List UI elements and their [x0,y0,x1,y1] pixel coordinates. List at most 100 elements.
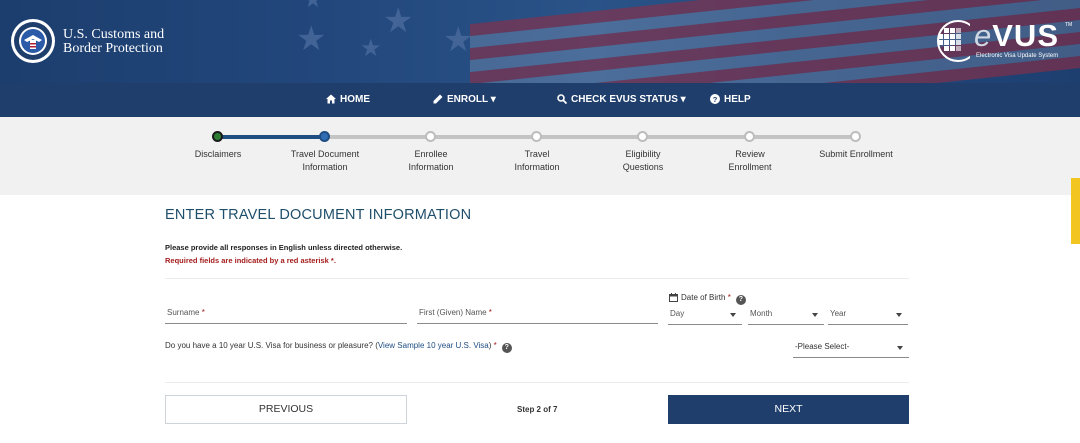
nav-help-label: HELP [724,94,751,105]
caret-down-icon [896,313,902,317]
step-node-travel-document [319,131,330,142]
nav-check-evus-status[interactable]: CHECK EVUS STATUS ▾ [557,83,686,117]
required-note-text: Required fields are indicated by a red a… [165,256,329,265]
previous-button[interactable]: PREVIOUS [165,395,407,424]
step-label-line2: Information [514,162,560,172]
caret-down-icon [897,346,903,350]
pencil-icon [433,94,443,104]
step-label-line1: Eligibility [625,149,661,159]
search-icon [557,94,568,105]
caret-down-icon [812,313,818,317]
step-label-line1: Travel Document [290,149,360,159]
step-label-line2: Enrollment [728,162,772,172]
view-sample-visa-link[interactable]: View Sample 10 year U.S. Visa [378,341,489,350]
step-label-line1: Travel [524,149,550,159]
step-label-line2: Information [302,162,348,172]
svg-text:?: ? [713,95,718,104]
star-decoration-icon: ★ [443,20,474,60]
nav-help[interactable]: ? HELP [710,83,751,117]
evus-wordmark-rest: VUS [992,18,1059,53]
progress-track-remaining [325,135,856,139]
step-label-travel-document: Travel Document Information [270,148,380,174]
nav-enroll-label: ENROLL [447,94,488,105]
help-icon[interactable]: ? [735,295,746,305]
step-label-line2: Information [408,162,454,172]
step-label-eligibility: Eligibility Questions [588,148,698,174]
section-divider [165,382,909,383]
main-nav: HOME ENROLL ▾ CHECK EVUS STATUS ▾ ? HELP [0,83,1080,117]
step-label-line1: Submit Enrollment [819,149,893,159]
nav-home-label: HOME [340,94,370,105]
step-label-disclaimers: Disclaimers [163,148,273,161]
visa-question: Do you have a 10 year U.S. Visa for busi… [165,341,512,353]
step-label-line2: Questions [622,162,664,172]
evus-subtitle: Electronic Visa Update System [976,53,1059,59]
star-decoration-icon: ★ [303,0,323,13]
nav-check-status-label: CHECK EVUS STATUS [571,94,678,105]
dob-label: Date of Birth *? [669,293,746,305]
step-label-enrollee: Enrollee Information [376,148,486,174]
page-title: ENTER TRAVEL DOCUMENT INFORMATION [165,207,472,223]
step-node-review [744,131,755,142]
star-decoration-icon: ★ [383,1,414,41]
agency-name-line2: Border Protection [63,41,163,56]
nav-home[interactable]: HOME [326,83,370,117]
required-asterisk: * [488,308,492,317]
dhs-seal-logo[interactable] [10,18,56,64]
step-label-line1: Review [735,149,765,159]
progress-track-completed [218,135,325,139]
step-node-disclaimers [212,131,223,142]
required-fields-note: Required fields are indicated by a red a… [165,256,336,265]
given-name-placeholder-text: First (Given) Name [419,308,487,317]
visa-question-suffix: ) [488,341,492,350]
nav-enroll[interactable]: ENROLL ▾ [433,83,496,117]
surname-field[interactable]: Surname * [165,305,407,324]
feedback-tab[interactable] [1071,178,1080,244]
dob-year-value: Year [830,309,847,318]
dob-day-value: Day [670,309,685,318]
required-asterisk: * [330,256,334,265]
surname-placeholder-text: Surname [167,308,200,317]
step-label-submit: Submit Enrollment [801,148,911,161]
chevron-down-icon: ▾ [677,94,686,105]
step-label-review: Review Enrollment [695,148,805,174]
surname-placeholder: Surname * [167,308,205,317]
required-asterisk: * [727,293,731,302]
home-icon [326,94,336,104]
required-asterisk: * [201,308,205,317]
dob-month-select[interactable]: Month [748,306,824,325]
trademark-mark: TM [1065,22,1073,28]
english-instruction: Please provide all responses in English … [165,243,403,252]
question-circle-icon: ? [710,94,720,104]
section-divider [165,278,909,279]
step-indicator: Step 2 of 7 [517,405,558,414]
visa-select-value: -Please Select- [795,342,850,351]
step-label-travel: Travel Information [482,148,592,174]
caret-down-icon [730,313,736,317]
dob-year-select[interactable]: Year [828,306,908,325]
agency-name[interactable]: U.S. Customs and Border Protection [63,28,164,56]
evus-wordmark: eVUS [974,20,1059,51]
given-name-field[interactable]: First (Given) Name * [417,305,658,324]
progress-stepper: Disclaimers Travel Document Information E… [0,117,1080,195]
site-header: ★ ★ ★ ★ ★ U.S. Customs and Border Protec… [0,0,1080,83]
help-icon[interactable]: ? [501,343,512,353]
dob-month-value: Month [750,309,773,318]
step-node-travel [531,131,542,142]
agency-name-line1: U.S. Customs and [63,27,165,42]
dob-day-select[interactable]: Day [668,306,742,325]
step-label-line1: Disclaimers [194,149,242,159]
step-node-eligibility [637,131,648,142]
star-decoration-icon: ★ [296,19,327,59]
evus-logo[interactable]: eVUS TM Electronic Visa Update System [934,16,1074,68]
step-node-enrollee [425,131,436,142]
chevron-down-icon: ▾ [487,94,496,105]
step-label-line1: Enrollee [414,149,448,159]
required-asterisk: * [493,341,497,350]
visa-question-prefix: Do you have a 10 year U.S. Visa for busi… [165,341,378,350]
given-name-placeholder: First (Given) Name * [419,308,492,317]
visa-select[interactable]: -Please Select- [793,339,909,358]
calendar-icon [669,293,678,302]
evus-mosaic-icon [937,20,970,62]
next-button[interactable]: NEXT [668,395,909,424]
